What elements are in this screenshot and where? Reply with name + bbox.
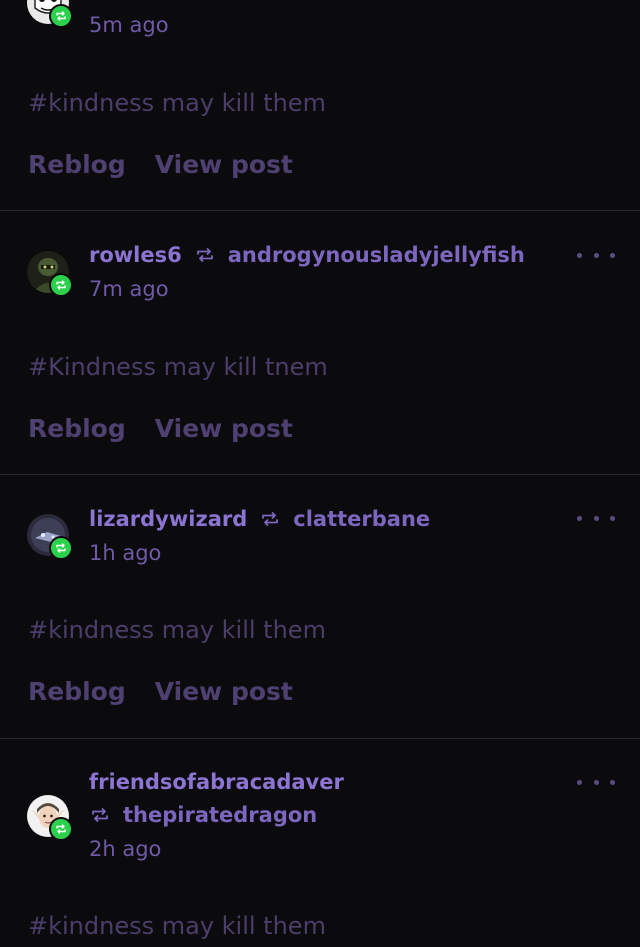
more-options-icon[interactable]: [577, 511, 615, 525]
more-options-icon[interactable]: [577, 775, 615, 789]
view-post-link[interactable]: View post: [155, 149, 293, 181]
view-post-link[interactable]: View post: [155, 413, 293, 445]
post-time[interactable]: 7m ago: [89, 275, 169, 303]
divider: [0, 474, 640, 475]
post-tags[interactable]: #Kindness may kill tnem: [28, 352, 328, 382]
reblog-link[interactable]: Reblog: [28, 149, 126, 181]
post-tags[interactable]: #kindness may kill them: [28, 88, 326, 118]
view-post-link[interactable]: View post: [155, 676, 293, 708]
post-tags[interactable]: #kindness may kill them: [28, 911, 326, 941]
post-header-line: lizardywizard clatterbane: [89, 505, 430, 533]
reblog-badge-icon: [49, 536, 73, 560]
blog-name-link[interactable]: rowles6: [89, 241, 182, 269]
avatar[interactable]: [27, 514, 73, 560]
reblog-badge-icon: [49, 4, 73, 28]
more-options-icon[interactable]: [577, 248, 615, 262]
post-time[interactable]: 2h ago: [89, 835, 161, 863]
avatar[interactable]: [27, 251, 73, 297]
reblog-icon: [196, 248, 213, 262]
post-actions: Reblog View post: [28, 413, 293, 445]
reblog-badge-icon: [49, 273, 73, 297]
source-blog-link[interactable]: clatterbane: [293, 505, 430, 533]
post-tags[interactable]: #kindness may kill them: [28, 615, 326, 645]
post-actions: Reblog View post: [28, 676, 293, 708]
reblog-icon: [92, 808, 108, 822]
source-blog-link[interactable]: androgynousladyjellyfish: [228, 241, 525, 269]
source-blog-link[interactable]: thepiratedragon: [123, 801, 317, 829]
blog-name-link[interactable]: friendsofabracadaver: [89, 768, 344, 796]
reblog-link[interactable]: Reblog: [28, 676, 126, 708]
reblog-link[interactable]: Reblog: [28, 413, 126, 445]
post-time[interactable]: 1h ago: [89, 539, 161, 567]
post-actions: Reblog View post: [28, 149, 293, 181]
avatar[interactable]: [27, 795, 73, 841]
blog-name-link[interactable]: lizardywizard: [89, 505, 247, 533]
post-header-line: friendsofabracadaver: [89, 768, 344, 796]
post-time[interactable]: 5m ago: [89, 11, 169, 39]
divider: [0, 738, 640, 739]
reblog-badge-icon: [49, 817, 73, 841]
reblog-icon: [262, 512, 279, 526]
post-source-line: thepiratedragon: [89, 801, 317, 829]
avatar[interactable]: [27, 0, 73, 28]
post-header-line: rowles6 androgynousladyjellyfish: [89, 241, 525, 269]
divider: [0, 210, 640, 211]
